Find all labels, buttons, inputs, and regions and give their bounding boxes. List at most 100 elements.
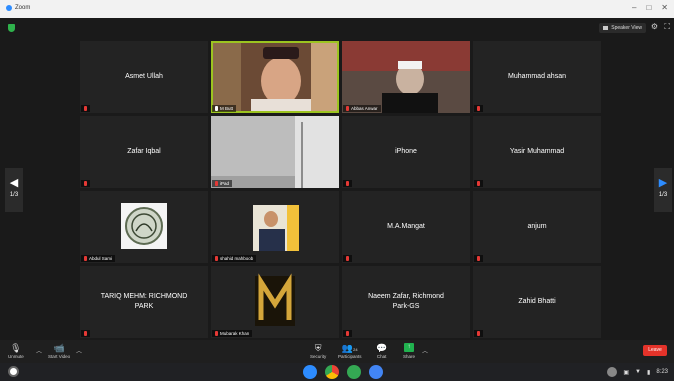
participant-tag — [343, 255, 352, 262]
participant-name: TARIQ MEHM: RICHMOND PARK — [100, 293, 188, 310]
mic-off-icon: 🎙 — [10, 343, 22, 353]
mic-icon — [215, 106, 218, 111]
minimize-button[interactable]: – — [632, 3, 636, 12]
share-label: Share — [403, 354, 416, 359]
chat-icon: 💬 — [376, 343, 388, 353]
mic-muted-icon — [84, 256, 87, 261]
mic-muted-icon — [84, 331, 87, 336]
participant-tag: M Butt — [212, 105, 237, 112]
participant-tag — [474, 105, 483, 112]
participant-name: Naeem Zafar, Richmond Park-GS — [368, 293, 444, 310]
chat-button[interactable]: 💬 Chat — [376, 342, 387, 359]
profile-image — [80, 191, 208, 263]
participant-tile[interactable]: Zafar Iqbal — [80, 116, 208, 188]
participant-tile[interactable]: Mubarak Khan — [211, 266, 339, 338]
start-video-label: Start Video — [48, 354, 71, 359]
participant-name: Zahid Bhatti — [518, 298, 556, 305]
chrome-icon[interactable] — [325, 365, 339, 379]
participant-tile[interactable]: Asmet Ullah — [80, 41, 208, 113]
participants-label: Participants — [338, 354, 362, 359]
wifi-icon: ▼ — [635, 369, 641, 375]
system-tray[interactable]: ▣ ▼ ▮ 8:23 — [607, 367, 668, 377]
participant-tile[interactable]: Muhammad ahsan — [473, 41, 601, 113]
participant-tag — [474, 180, 483, 187]
audio-options-chevron-icon[interactable]: ︿ — [36, 346, 42, 355]
security-label: Security — [310, 354, 327, 359]
zoom-app-icon[interactable] — [303, 365, 317, 379]
fullscreen-icon[interactable]: ⛶ — [664, 22, 670, 32]
avatar — [607, 367, 618, 377]
participant-tile[interactable]: anjum — [473, 191, 601, 263]
mic-muted-icon — [215, 181, 218, 186]
mic-muted-icon — [346, 106, 349, 111]
video-options-chevron-icon[interactable]: ︿ — [76, 346, 82, 355]
participant-name: M.A.Mangat — [387, 223, 425, 230]
participant-tile[interactable]: iPad — [211, 116, 339, 188]
participant-tag: Abbas Anwar — [343, 105, 381, 112]
participant-tag — [81, 180, 90, 187]
mic-muted-icon — [346, 331, 349, 336]
participant-tile[interactable]: TARIQ MEHM: RICHMOND PARK — [80, 266, 208, 338]
security-shield-icon[interactable] — [8, 24, 15, 32]
zoom-logo-icon — [6, 5, 12, 11]
launcher-icon[interactable] — [8, 366, 19, 377]
share-arrow-icon: ↑ — [404, 343, 414, 352]
mic-muted-icon — [346, 181, 349, 186]
messages-icon[interactable] — [369, 365, 383, 379]
participant-tile[interactable]: Naeem Zafar, Richmond Park-GS — [342, 266, 470, 338]
speaker-view-label: Speaker View — [611, 25, 642, 31]
page-indicator-right: 1/3 — [658, 192, 668, 198]
share-options-chevron-icon[interactable]: ︿ — [422, 346, 428, 355]
os-taskbar: ▣ ▼ ▮ 8:23 — [0, 363, 674, 381]
participant-label: Abbas Anwar — [351, 106, 378, 111]
participant-tag — [343, 180, 352, 187]
video-feed — [211, 116, 339, 188]
page-indicator-left: 1/3 — [9, 192, 19, 198]
mic-muted-icon — [477, 181, 480, 186]
video-feed — [342, 41, 470, 113]
unmute-button[interactable]: 🎙 Unmute — [8, 342, 24, 359]
participant-tile[interactable]: Abbas Anwar — [342, 41, 470, 113]
app-shelf — [303, 365, 383, 379]
participant-label: M Butt — [220, 106, 234, 111]
participant-tile[interactable]: iPhone — [342, 116, 470, 188]
participant-label: shahid mahboob — [220, 256, 254, 261]
close-button[interactable]: ✕ — [661, 3, 668, 12]
previous-page-button[interactable]: ◀ 1/3 — [5, 168, 23, 212]
participant-tile-active-speaker[interactable]: M Butt — [211, 41, 339, 113]
shield-icon: ⛨ — [314, 343, 322, 353]
participants-button[interactable]: 👥24 Participants — [338, 342, 362, 359]
participant-name: anjum — [527, 223, 547, 230]
start-video-button[interactable]: 📹 Start Video — [48, 342, 70, 359]
arrow-right-icon: ▶ — [658, 177, 668, 189]
mic-muted-icon — [346, 256, 349, 261]
mic-muted-icon — [84, 181, 87, 186]
unmute-label: Unmute — [8, 354, 24, 359]
leave-button[interactable]: Leave — [643, 345, 667, 356]
settings-gear-icon[interactable]: ⚙ — [651, 22, 658, 31]
participant-tag: iPad — [212, 180, 233, 187]
participant-tag — [474, 255, 483, 262]
next-page-button[interactable]: ▶ 1/3 — [654, 168, 672, 212]
play-store-icon[interactable] — [347, 365, 361, 379]
participant-tile[interactable]: Abdul Sami — [80, 191, 208, 263]
participant-tile[interactable]: M.A.Mangat — [342, 191, 470, 263]
participant-tag — [474, 330, 483, 337]
profile-image — [211, 191, 339, 263]
share-screen-button[interactable]: ↑ Share — [403, 342, 415, 359]
participant-tile[interactable]: Yasir Muhammad — [473, 116, 601, 188]
speaker-view-button[interactable]: Speaker View — [599, 23, 646, 33]
mic-muted-icon — [215, 331, 218, 336]
video-off-icon: 📹 — [53, 343, 65, 353]
participant-name: Zafar Iqbal — [127, 148, 161, 155]
app-title: Zoom — [6, 5, 30, 11]
participant-tile[interactable]: Zahid Bhatti — [473, 266, 601, 338]
video-feed — [211, 41, 339, 113]
clock: 8:23 — [656, 369, 668, 375]
maximize-button[interactable]: □ — [646, 3, 651, 12]
participant-tile[interactable]: shahid mahboob — [211, 191, 339, 263]
view-grid-icon — [603, 26, 609, 30]
participant-tag: Mubarak Khan — [212, 330, 253, 337]
participant-tag: shahid mahboob — [212, 255, 257, 262]
security-button[interactable]: ⛨ Security — [310, 342, 326, 359]
